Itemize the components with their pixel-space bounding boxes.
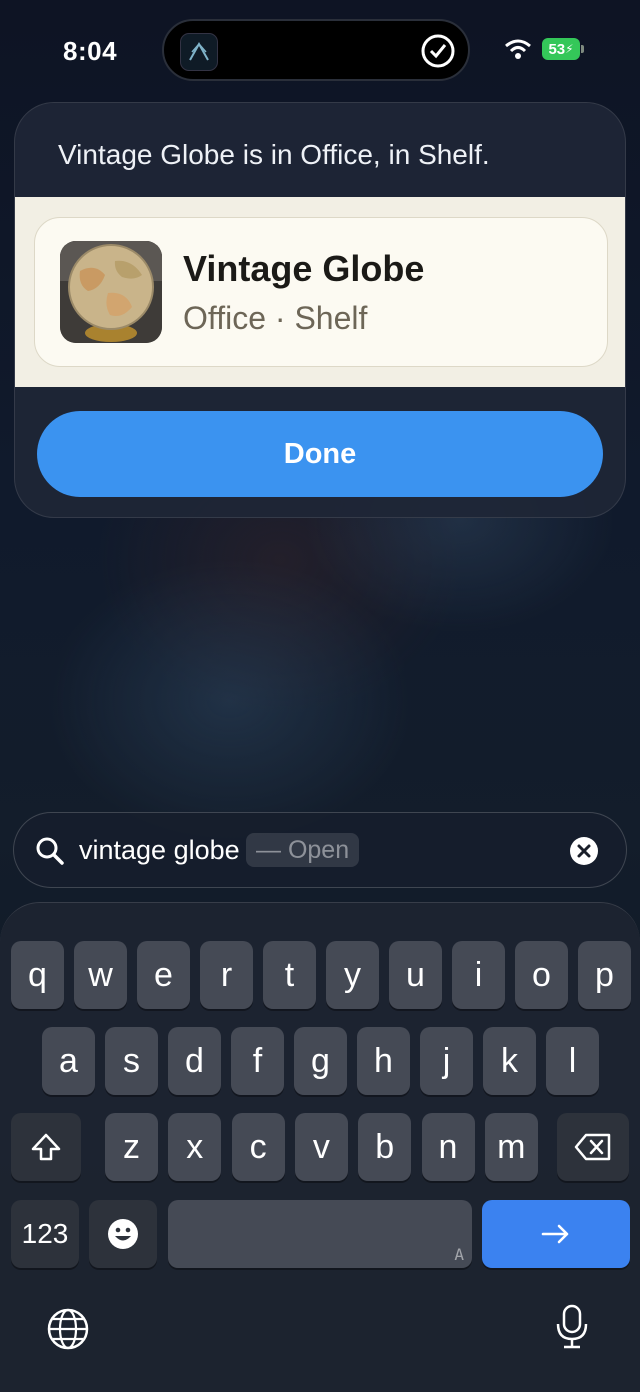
key-z[interactable]: z: [105, 1113, 158, 1181]
wifi-icon: [505, 39, 531, 59]
shift-icon: [31, 1133, 61, 1161]
clear-search-button[interactable]: [570, 837, 598, 865]
key-g[interactable]: g: [294, 1027, 347, 1095]
search-input[interactable]: vintage globe: [79, 835, 240, 866]
key-q[interactable]: q: [11, 941, 64, 1009]
go-key[interactable]: [482, 1200, 630, 1268]
key-c[interactable]: c: [231, 1113, 285, 1181]
key-h[interactable]: h: [357, 1027, 410, 1095]
result-band: Vintage Globe Office · Shelf: [15, 197, 625, 387]
microphone-icon[interactable]: [549, 1303, 595, 1349]
battery-level: 53: [548, 40, 566, 58]
backspace-key[interactable]: [557, 1113, 629, 1181]
done-button[interactable]: Done: [37, 411, 603, 497]
numbers-key[interactable]: 123: [11, 1200, 79, 1268]
search-bar[interactable]: vintage globe — Open: [13, 812, 627, 888]
key-r[interactable]: r: [200, 941, 253, 1009]
key-w[interactable]: w: [74, 941, 127, 1009]
emoji-key[interactable]: [89, 1200, 157, 1268]
arrow-right-icon: [541, 1224, 569, 1244]
globe-thumbnail: [60, 241, 162, 343]
key-i[interactable]: i: [452, 941, 505, 1009]
key-k[interactable]: k: [483, 1027, 536, 1095]
result-title: Vintage Globe: [183, 248, 425, 289]
emoji-icon: [108, 1219, 138, 1249]
shift-key[interactable]: [11, 1113, 81, 1181]
globe-icon[interactable]: [45, 1306, 91, 1352]
key-e[interactable]: e: [137, 941, 190, 1009]
key-x[interactable]: x: [168, 1113, 222, 1181]
key-d[interactable]: d: [168, 1027, 221, 1095]
key-p[interactable]: p: [578, 941, 631, 1009]
key-l[interactable]: l: [546, 1027, 599, 1095]
space-keyboard-letter: A: [454, 1245, 464, 1264]
key-a[interactable]: a: [42, 1027, 95, 1095]
charging-bolt-icon: ⚡: [565, 42, 574, 56]
result-location: Office · Shelf: [183, 300, 368, 336]
close-icon: [577, 844, 591, 858]
space-key[interactable]: A: [168, 1200, 472, 1268]
backspace-icon: [574, 1133, 611, 1161]
key-t[interactable]: t: [263, 941, 316, 1009]
dynamic-island: [162, 19, 470, 81]
key-m[interactable]: m: [484, 1113, 538, 1181]
key-y[interactable]: y: [326, 941, 379, 1009]
key-f[interactable]: f: [231, 1027, 284, 1095]
checkmark-circle-icon: [420, 33, 456, 69]
key-o[interactable]: o: [515, 941, 568, 1009]
key-b[interactable]: b: [358, 1113, 412, 1181]
key-n[interactable]: n: [421, 1113, 475, 1181]
result-item[interactable]: Vintage Globe Office · Shelf: [34, 217, 608, 367]
battery-indicator: 53 ⚡: [542, 38, 584, 60]
search-icon: [36, 837, 64, 865]
key-u[interactable]: u: [389, 941, 442, 1009]
status-time: 8:04: [63, 36, 118, 66]
key-j[interactable]: j: [420, 1027, 473, 1095]
app-icon: [180, 33, 218, 71]
result-message: Vintage Globe is in Office, in Shelf.: [58, 139, 490, 170]
result-card: Vintage Globe is in Office, in Shelf. Vi…: [14, 102, 626, 518]
search-suggestion-hint: — Open: [246, 833, 360, 867]
key-s[interactable]: s: [105, 1027, 158, 1095]
keyboard: qwertyuiop asdfghjkl zxcvbnm 123 A: [0, 902, 640, 1392]
key-v[interactable]: v: [294, 1113, 348, 1181]
